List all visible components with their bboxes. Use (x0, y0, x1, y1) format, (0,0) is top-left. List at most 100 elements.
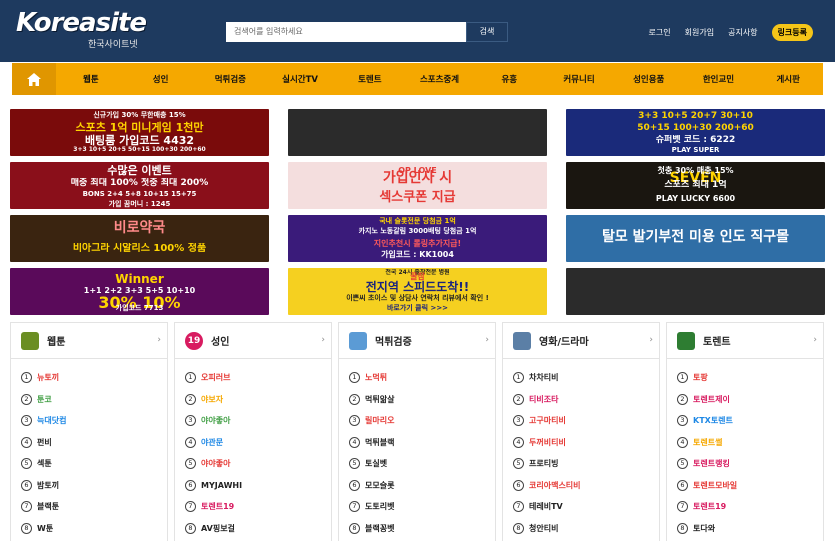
site-link[interactable]: 야야좋아 (201, 458, 230, 469)
chevron-right-icon[interactable]: › (157, 335, 161, 345)
list-item[interactable]: 7 테레비TV (513, 496, 659, 518)
ad-banner[interactable]: 탈모 발기부전 미용 인도 직구몰 (566, 215, 825, 262)
ad-banner[interactable]: 3+3 10+5 20+7 30+10 50+15 100+30 200+60 슈퍼… (566, 109, 825, 156)
ad-banner[interactable]: 신규가입 30% 무한매충 15% 스포츠 1억 미니게임 1천만 배팅룸 가입코드… (10, 109, 269, 156)
nav-sports[interactable]: 스포츠중계 (405, 73, 475, 85)
site-link[interactable]: 토다와 (693, 523, 715, 534)
site-link[interactable]: 도토리벳 (365, 501, 394, 512)
site-link[interactable]: 툰코 (37, 394, 52, 405)
login-link[interactable]: 로그인 (649, 27, 671, 38)
site-link[interactable]: 먹튀블랙 (365, 437, 394, 448)
site-link[interactable]: 야관문 (201, 437, 223, 448)
list-item[interactable]: 3 릴마리오 (349, 410, 495, 432)
list-item[interactable]: 4 펀비 (21, 432, 167, 454)
list-item[interactable]: 3 야야좋아 (185, 410, 331, 432)
list-item[interactable]: 4 토렌트썰 (677, 432, 823, 454)
list-item[interactable]: 4 야관문 (185, 432, 331, 454)
site-link[interactable]: 블랙꽁벳 (365, 523, 394, 534)
site-link[interactable]: 차차티비 (529, 372, 558, 383)
list-item[interactable]: 7 도토리벳 (349, 496, 495, 518)
list-item[interactable]: 2 야보자 (185, 389, 331, 411)
list-item[interactable]: 3 늑대닷컴 (21, 410, 167, 432)
list-item[interactable]: 6 토렌트모바일 (677, 475, 823, 497)
ad-banner[interactable]: 수많은 이벤트 매충 최대 100% 첫충 최대 200% BONS 2+4 5+8… (10, 162, 269, 209)
card-header[interactable]: 19 성인 › (175, 323, 331, 359)
list-item[interactable]: 2 토렌트제이 (677, 389, 823, 411)
list-item[interactable]: 6 모모슬롯 (349, 475, 495, 497)
site-link[interactable]: 블랙툰 (37, 501, 59, 512)
ad-banner[interactable]: OP LOVE 가입인사 시 섹스쿠폰 지급 (288, 162, 547, 209)
chevron-right-icon[interactable]: › (485, 335, 489, 345)
site-link[interactable]: 티비조타 (529, 394, 558, 405)
ad-banner[interactable] (566, 268, 825, 315)
nav-verify[interactable]: 먹튀검증 (195, 73, 265, 85)
ad-banner[interactable] (288, 109, 547, 156)
list-item[interactable]: 1 뉴토끼 (21, 367, 167, 389)
list-item[interactable]: 6 MYJAWHI (185, 475, 331, 497)
list-item[interactable]: 5 야야좋아 (185, 453, 331, 475)
list-item[interactable]: 1 노먹튀 (349, 367, 495, 389)
site-link[interactable]: 토렌트19 (201, 501, 234, 512)
search-button[interactable]: 검색 (466, 22, 508, 42)
list-item[interactable]: 6 코리아맥스티비 (513, 475, 659, 497)
nav-board[interactable]: 게시판 (753, 73, 823, 85)
list-item[interactable]: 1 차차티비 (513, 367, 659, 389)
site-link[interactable]: 토렌트19 (693, 501, 726, 512)
site-link[interactable]: KTX토렌트 (693, 415, 733, 426)
ad-banner[interactable]: 국내 슬롯전문 당첨금 1억 카지노 노동갈림 3000배팅 당첨금 1억 지인추천… (288, 215, 547, 262)
site-link[interactable]: 토렌트모바일 (693, 480, 737, 491)
nav-nightlife[interactable]: 유흥 (474, 73, 544, 85)
ad-banner[interactable]: SEVEN 첫충 30% 매충 15% 스포츠 최대 1억 PLAY LUCKY 66… (566, 162, 825, 209)
site-link[interactable]: 뉴토끼 (37, 372, 59, 383)
site-link[interactable]: 코리아맥스티비 (529, 480, 581, 491)
list-item[interactable]: 8 AV핑보걸 (185, 518, 331, 540)
site-link[interactable]: 프로티빙 (529, 458, 558, 469)
card-header[interactable]: 영화/드라마 › (503, 323, 659, 359)
card-header[interactable]: 먹튀검증 › (339, 323, 495, 359)
list-item[interactable]: 4 두꺼비티비 (513, 432, 659, 454)
list-item[interactable]: 4 먹튀블랙 (349, 432, 495, 454)
list-item[interactable]: 8 청안티비 (513, 518, 659, 540)
list-item[interactable]: 6 밤토끼 (21, 475, 167, 497)
site-link[interactable]: 릴마리오 (365, 415, 394, 426)
card-header[interactable]: 토렌트 › (667, 323, 823, 359)
signup-link[interactable]: 회원가입 (685, 27, 714, 38)
site-link[interactable]: 두꺼비티비 (529, 437, 566, 448)
list-item[interactable]: 7 블랙툰 (21, 496, 167, 518)
home-button[interactable] (12, 63, 56, 95)
list-item[interactable]: 3 KTX토렌트 (677, 410, 823, 432)
list-item[interactable]: 1 오피러브 (185, 367, 331, 389)
site-link[interactable]: 토실벳 (365, 458, 387, 469)
ad-banner[interactable]: 비로약국 비아그라 시알리스 100% 정품 (10, 215, 269, 262)
list-item[interactable]: 2 먹튀앎살 (349, 389, 495, 411)
site-link[interactable]: 야보자 (201, 394, 223, 405)
chevron-right-icon[interactable]: › (813, 335, 817, 345)
list-item[interactable]: 8 토다와 (677, 518, 823, 540)
list-item[interactable]: 7 토렌트19 (185, 496, 331, 518)
ad-banner[interactable]: 전국 24시 출장전문 병원 꿀잠 전지역 스피드도착!! 이쁜씨 초이스 및 상담사… (288, 268, 547, 315)
site-link[interactable]: W툰 (37, 523, 53, 534)
ad-banner[interactable]: Winner 1+1 2+2 3+3 5+5 10+10 30% 10% 가입코드 7… (10, 268, 269, 315)
list-item[interactable]: 2 티비조타 (513, 389, 659, 411)
nav-adult[interactable]: 성인 (126, 73, 196, 85)
site-link[interactable]: 야야좋아 (201, 415, 230, 426)
nav-webtoon[interactable]: 웹툰 (56, 73, 126, 85)
site-logo[interactable]: Koreasite 한국사이트넷 (16, 8, 147, 52)
site-link[interactable]: 섹툰 (37, 458, 52, 469)
site-link[interactable]: 모모슬롯 (365, 480, 394, 491)
link-register-button[interactable]: 링크등록 (771, 23, 813, 41)
site-link[interactable]: 청안티비 (529, 523, 558, 534)
nav-community[interactable]: 커뮤니티 (544, 73, 614, 85)
nav-live-tv[interactable]: 실시간TV (265, 73, 335, 85)
site-link[interactable]: 먹튀앎살 (365, 394, 394, 405)
list-item[interactable]: 5 섹툰 (21, 453, 167, 475)
chevron-right-icon[interactable]: › (321, 335, 325, 345)
list-item[interactable]: 3 고구마티비 (513, 410, 659, 432)
site-link[interactable]: 테레비TV (529, 501, 563, 512)
list-item[interactable]: 5 프로티빙 (513, 453, 659, 475)
list-item[interactable]: 5 토렌트랭킹 (677, 453, 823, 475)
nav-adult-goods[interactable]: 성인용품 (614, 73, 684, 85)
card-header[interactable]: 웹툰 › (11, 323, 167, 359)
site-link[interactable]: MYJAWHI (201, 481, 242, 490)
site-link[interactable]: 토팡 (693, 372, 708, 383)
